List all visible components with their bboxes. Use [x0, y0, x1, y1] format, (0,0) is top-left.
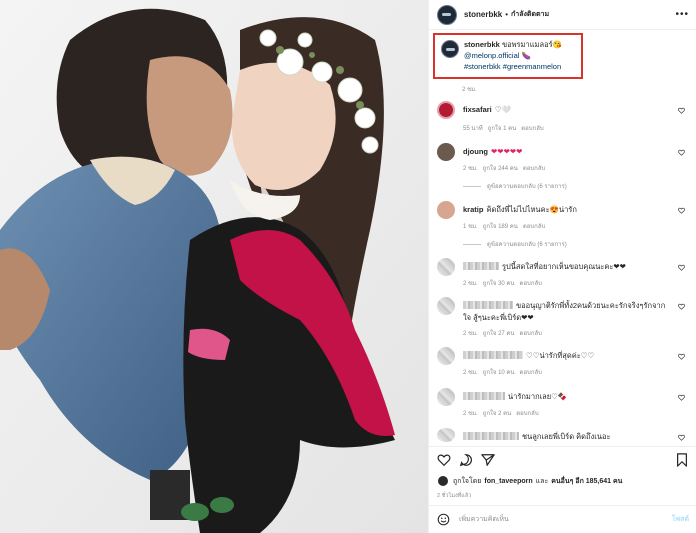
post-sidebar: stonerbkk • กำลังติดตาม ••• stonerbkk ขอ…	[428, 0, 696, 533]
commenter-avatar[interactable]	[437, 258, 455, 276]
comment-time: 1 ชม.	[463, 224, 478, 230]
comment-bubble-icon[interactable]	[459, 453, 473, 467]
comment-text: ♡♡น่ารักที่สุดค่ะ♡♡	[526, 351, 595, 360]
blurred-username	[463, 392, 505, 400]
add-comment-bar: เพิ่มความคิดเห็น โพสต์	[429, 505, 696, 533]
comment-text: น่ารักมากเลย♡🍫	[508, 392, 568, 401]
caption-username[interactable]: stonerbkk	[464, 40, 500, 49]
post-header: stonerbkk • กำลังติดตาม •••	[429, 0, 696, 30]
like-comment-icon[interactable]	[678, 434, 685, 441]
post-photo[interactable]	[0, 0, 428, 533]
view-replies-link[interactable]: ดูข้อความตอบกลับ (6 รายการ)	[463, 239, 567, 249]
liker-avatar	[437, 475, 449, 487]
comment-like-count[interactable]: ถูกใจ 30 คน	[483, 281, 515, 287]
couple-photo-illustration	[0, 0, 428, 533]
comment-like-count[interactable]: ถูกใจ 1 คน	[488, 126, 517, 132]
following-button[interactable]: กำลังติดตาม	[511, 9, 549, 20]
like-comment-icon[interactable]	[678, 394, 685, 401]
like-heart-icon[interactable]	[437, 453, 451, 467]
comment-input[interactable]: เพิ่มความคิดเห็น	[459, 514, 509, 525]
comment-time: 2 ชม.	[463, 166, 478, 172]
comment-like-count[interactable]: ถูกใจ 10 คน	[483, 370, 515, 376]
blurred-username	[463, 301, 513, 309]
comment-text: ❤❤❤❤❤	[491, 147, 523, 156]
author-avatar[interactable]	[437, 4, 457, 25]
bookmark-icon[interactable]	[675, 453, 689, 467]
author-username[interactable]: stonerbkk	[464, 10, 502, 19]
post-comment-button[interactable]: โพสต์	[672, 514, 689, 525]
comment-time: 2 ชม.	[463, 370, 478, 376]
caption-avatar[interactable]	[441, 40, 459, 58]
like-comment-icon[interactable]	[678, 107, 685, 114]
reply-button[interactable]: ตอบกลับ	[520, 281, 542, 287]
reply-button[interactable]: ตอบกลับ	[520, 331, 542, 337]
comment-time: 2 ชม.	[463, 331, 478, 337]
reply-button[interactable]: ตอบกลับ	[516, 411, 538, 417]
caption-highlight-box: stonerbkk ขอพรมาแมลอร์😘 @melonp.official…	[433, 33, 583, 79]
comment-text: รูปนี้สดใสที่อยากเห็นขอบคุณนะคะ❤❤	[502, 262, 626, 271]
comment-time: 2 ชม.	[463, 281, 478, 287]
blurred-username	[463, 432, 519, 440]
commenter-avatar[interactable]	[437, 143, 455, 161]
reply-button[interactable]: ตอบกลับ	[523, 224, 545, 230]
view-replies-link[interactable]: ดูข้อความตอบกลับ (6 รายการ)	[463, 181, 567, 191]
commenter-avatar[interactable]	[437, 201, 455, 219]
commenter-username[interactable]: djoung	[463, 147, 488, 156]
comment-like-count[interactable]: ถูกใจ 244 คน	[483, 166, 518, 172]
commenter-avatar[interactable]	[437, 428, 455, 442]
reply-button[interactable]: ตอบกลับ	[523, 166, 545, 172]
likes-others[interactable]: คนอื่นๆ อีก 185,641 คน	[551, 476, 622, 487]
caption-emoji: 🍆	[521, 51, 531, 60]
likes-middle: และ	[535, 477, 549, 485]
comment-text: ชนลูกเลยพี่เบิร์ด คิดถึงเนอะ	[522, 432, 611, 441]
reply-button[interactable]: ตอบกลับ	[520, 370, 542, 376]
caption-text: ขอพรมาแมลอร์😘	[501, 40, 562, 49]
more-options-icon[interactable]: •••	[675, 9, 689, 20]
caption-hashtags[interactable]: #stonerbkk #greenmanmelon	[464, 61, 562, 72]
like-comment-icon[interactable]	[678, 149, 685, 156]
likes-summary[interactable]: ถูกใจโดย fon_taveeporn และ คนอื่นๆ อีก 1…	[437, 475, 625, 487]
commenter-avatar[interactable]	[437, 101, 455, 119]
commenter-avatar[interactable]	[437, 388, 455, 406]
blurred-username	[463, 262, 499, 270]
comment-time: 2 ชม.	[463, 411, 478, 417]
post-date: 2 ชั่วโมงที่แล้ว	[437, 493, 472, 499]
comment-time: 55 นาที	[463, 126, 483, 132]
share-icon[interactable]	[481, 453, 495, 467]
like-comment-icon[interactable]	[678, 353, 685, 360]
likes-prefix: ถูกใจโดย	[453, 477, 482, 485]
comment-text: คิดถึงพี่ไม่ไปไหนคะ😍น่ารัก	[486, 205, 577, 214]
reply-button[interactable]: ตอบกลับ	[521, 126, 543, 132]
comment-like-count[interactable]: ถูกใจ 27 คน	[483, 331, 515, 337]
comment-like-count[interactable]: ถูกใจ 189 คน	[483, 224, 518, 230]
like-comment-icon[interactable]	[678, 264, 685, 271]
like-comment-icon[interactable]	[678, 207, 685, 214]
post-actions: ถูกใจโดย fon_taveeporn และ คนอื่นๆ อีก 1…	[429, 446, 696, 526]
caption-time: 2 ชม.	[462, 87, 477, 93]
commenter-username[interactable]: fixsafari	[463, 105, 492, 114]
commenter-avatar[interactable]	[437, 347, 455, 365]
emoji-icon[interactable]	[437, 513, 450, 526]
comment-text: ♡🤍	[494, 105, 511, 114]
commenter-avatar[interactable]	[437, 297, 455, 315]
header-separator: •	[505, 10, 509, 19]
comment-like-count[interactable]: ถูกใจ 2 คน	[483, 411, 512, 417]
commenter-username[interactable]: kratip	[463, 205, 483, 214]
blurred-username	[463, 351, 523, 359]
liker-username[interactable]: fon_taveeporn	[484, 478, 532, 485]
like-comment-icon[interactable]	[678, 303, 685, 310]
caption-mention[interactable]: @melonp.official	[464, 51, 519, 60]
